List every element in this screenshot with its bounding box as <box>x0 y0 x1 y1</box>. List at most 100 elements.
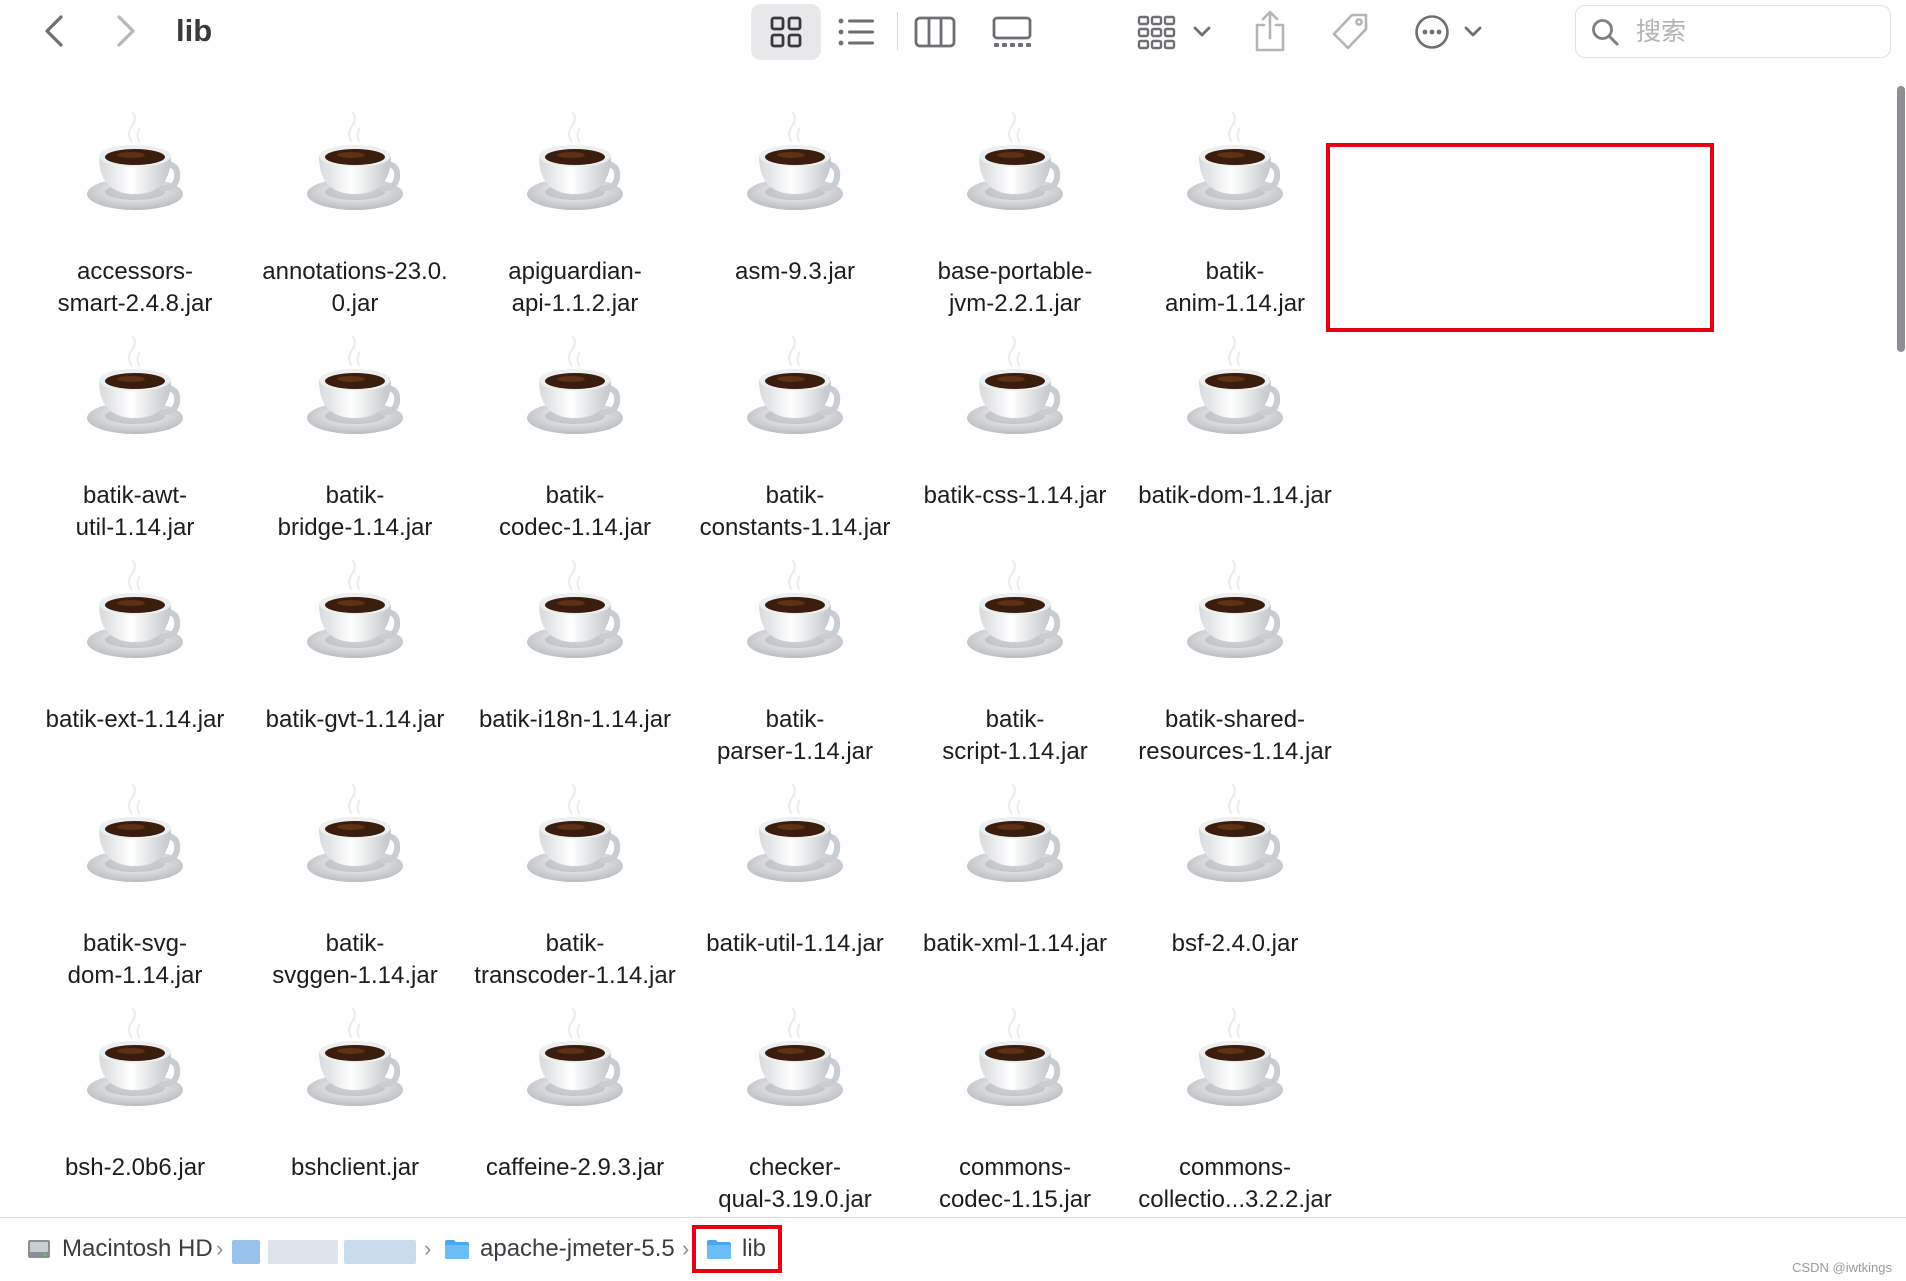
file-item[interactable]: batik-parser-1.14.jar <box>690 559 900 784</box>
chevron-right-icon <box>117 15 135 47</box>
path-item-label: apache-jmeter-5.5 <box>480 1235 675 1262</box>
java-coffee-cup-icon <box>517 112 633 228</box>
java-coffee-cup-icon <box>957 559 1073 676</box>
file-name-label: batik-shared-resources-1.14.jar <box>1138 706 1332 765</box>
file-name-label: asm-9.3.jar <box>734 258 856 285</box>
window-title: lib <box>176 13 213 48</box>
column-view-button[interactable] <box>910 8 960 56</box>
path-separator-icon: › <box>682 1236 690 1261</box>
java-coffee-cup-icon <box>1177 112 1293 228</box>
file-name-label: batik-transcoder-1.14.jar <box>474 930 676 989</box>
gallery-view-button[interactable] <box>986 8 1038 56</box>
file-item[interactable]: batik-shared-resources-1.14.jar <box>1130 559 1340 784</box>
file-name-label: batik-awt-util-1.14.jar <box>75 482 195 541</box>
java-coffee-cup-icon <box>297 1007 413 1124</box>
path-item-macintosh-hd[interactable]: Macintosh HD <box>26 1218 213 1280</box>
group-button[interactable] <box>1134 8 1214 56</box>
file-item[interactable]: batik-transcoder-1.14.jar <box>470 783 680 1008</box>
file-item[interactable]: asm-9.3.jar <box>690 112 900 336</box>
file-name-label: commons-codec-1.15.jar <box>938 1154 1092 1213</box>
group-icon <box>1137 15 1176 50</box>
file-item[interactable]: batik-i18n-1.14.jar <box>470 559 680 784</box>
file-item[interactable]: batik-anim-1.14.jar <box>1130 112 1340 336</box>
file-item[interactable]: bshclient.jar <box>250 1007 460 1217</box>
file-item[interactable]: batik-svggen-1.14.jar <box>250 783 460 1008</box>
file-item[interactable]: batik-codec-1.14.jar <box>470 335 680 560</box>
java-coffee-cup-icon <box>957 783 1073 900</box>
share-button[interactable] <box>1250 6 1290 56</box>
file-item[interactable]: base-portable-jvm-2.2.1.jar <box>910 112 1120 336</box>
java-coffee-cup-icon <box>297 112 413 228</box>
java-coffee-cup-icon <box>737 335 853 452</box>
file-item[interactable]: batik-svg-dom-1.14.jar <box>30 783 240 1008</box>
file-item[interactable]: batik-script-1.14.jar <box>910 559 1120 784</box>
file-item[interactable]: annotations-23.0. 0.jar <box>250 112 460 336</box>
back-button[interactable] <box>38 12 70 50</box>
java-coffee-cup-icon <box>77 112 193 228</box>
java-coffee-cup-icon <box>297 783 413 900</box>
file-name-label: commons-collectio...3.2.2.jar <box>1138 1154 1332 1213</box>
file-name-label: batik-constants-1.14.jar <box>699 482 891 541</box>
path-item-label: Macintosh HD <box>62 1235 213 1262</box>
file-name-label: batik-xml-1.14.jar <box>922 930 1108 957</box>
java-coffee-cup-icon <box>77 335 193 452</box>
file-name-label: checker-qual-3.19.0.jar <box>718 1154 872 1213</box>
java-coffee-cup-icon <box>957 112 1073 228</box>
file-item[interactable]: batik-ext-1.14.jar <box>30 559 240 784</box>
file-name-label: batik-css-1.14.jar <box>923 482 1107 509</box>
watermark: CSDN @iwtkings <box>1792 1260 1892 1275</box>
tag-button[interactable] <box>1327 8 1373 56</box>
java-coffee-cup-icon <box>297 335 413 452</box>
search-field[interactable] <box>1575 5 1891 58</box>
file-name-label: batik-gvt-1.14.jar <box>265 706 445 733</box>
file-item[interactable]: batik-bridge-1.14.jar <box>250 335 460 560</box>
path-separator-icon: › <box>424 1236 432 1261</box>
chevron-down-icon <box>1193 26 1211 37</box>
file-item[interactable]: commons-codec-1.15.jar <box>910 1007 1120 1217</box>
gallery-icon <box>992 16 1032 47</box>
file-name-label: batik-svg-dom-1.14.jar <box>67 930 203 989</box>
file-name-label: bshclient.jar <box>290 1154 420 1181</box>
redacted-path-segment <box>268 1240 338 1264</box>
file-item[interactable]: batik-css-1.14.jar <box>910 335 1120 560</box>
list-view-button[interactable] <box>832 8 882 56</box>
search-input[interactable] <box>1634 16 1868 47</box>
path-bar: Macintosh HD › › apache-jmeter-5.5 › lib… <box>0 1217 1906 1281</box>
file-item[interactable]: batik-constants-1.14.jar <box>690 335 900 560</box>
java-coffee-cup-icon <box>517 783 633 900</box>
file-item[interactable]: batik-xml-1.14.jar <box>910 783 1120 1008</box>
vertical-scrollbar[interactable] <box>1897 86 1905 352</box>
file-name-label: batik-parser-1.14.jar <box>716 706 874 765</box>
java-coffee-cup-icon <box>297 559 413 676</box>
file-name-label: batik-codec-1.14.jar <box>498 482 652 541</box>
file-name-label: accessors-smart-2.4.8.jar <box>57 258 213 317</box>
file-item[interactable]: batik-gvt-1.14.jar <box>250 559 460 784</box>
file-item[interactable]: commons-collectio...3.2.2.jar <box>1130 1007 1340 1217</box>
file-item[interactable]: batik-dom-1.14.jar <box>1130 335 1340 560</box>
file-item[interactable]: bsf-2.4.0.jar <box>1130 783 1340 1008</box>
file-name-label: batik-i18n-1.14.jar <box>478 706 672 733</box>
file-name-label: batik-util-1.14.jar <box>706 930 884 957</box>
file-item[interactable]: apiguardian-api-1.1.2.jar <box>470 112 680 336</box>
file-name-label: batik-script-1.14.jar <box>942 706 1088 765</box>
file-item[interactable]: checker-qual-3.19.0.jar <box>690 1007 900 1217</box>
share-icon <box>1255 10 1285 52</box>
icon-view-button[interactable] <box>751 4 821 60</box>
path-item-apache-jmeter[interactable]: apache-jmeter-5.5 <box>444 1218 675 1280</box>
file-item[interactable]: batik-awt-util-1.14.jar <box>30 335 240 560</box>
file-item[interactable]: bsh-2.0b6.jar <box>30 1007 240 1217</box>
java-coffee-cup-icon <box>957 335 1073 452</box>
file-item[interactable]: caffeine-2.9.3.jar <box>470 1007 680 1217</box>
grid-icon <box>770 16 802 48</box>
list-icon <box>838 18 874 46</box>
file-item[interactable]: accessors-smart-2.4.8.jar <box>30 112 240 336</box>
redacted-path-segment <box>232 1240 260 1264</box>
file-item[interactable]: batik-util-1.14.jar <box>690 783 900 1008</box>
more-actions-button[interactable] <box>1410 8 1486 56</box>
tag-icon <box>1332 13 1368 50</box>
file-name-label: bsh-2.0b6.jar <box>64 1154 206 1181</box>
java-coffee-cup-icon <box>77 783 193 900</box>
java-coffee-cup-icon <box>77 559 193 676</box>
forward-button[interactable] <box>110 12 142 50</box>
java-coffee-cup-icon <box>1177 335 1293 452</box>
